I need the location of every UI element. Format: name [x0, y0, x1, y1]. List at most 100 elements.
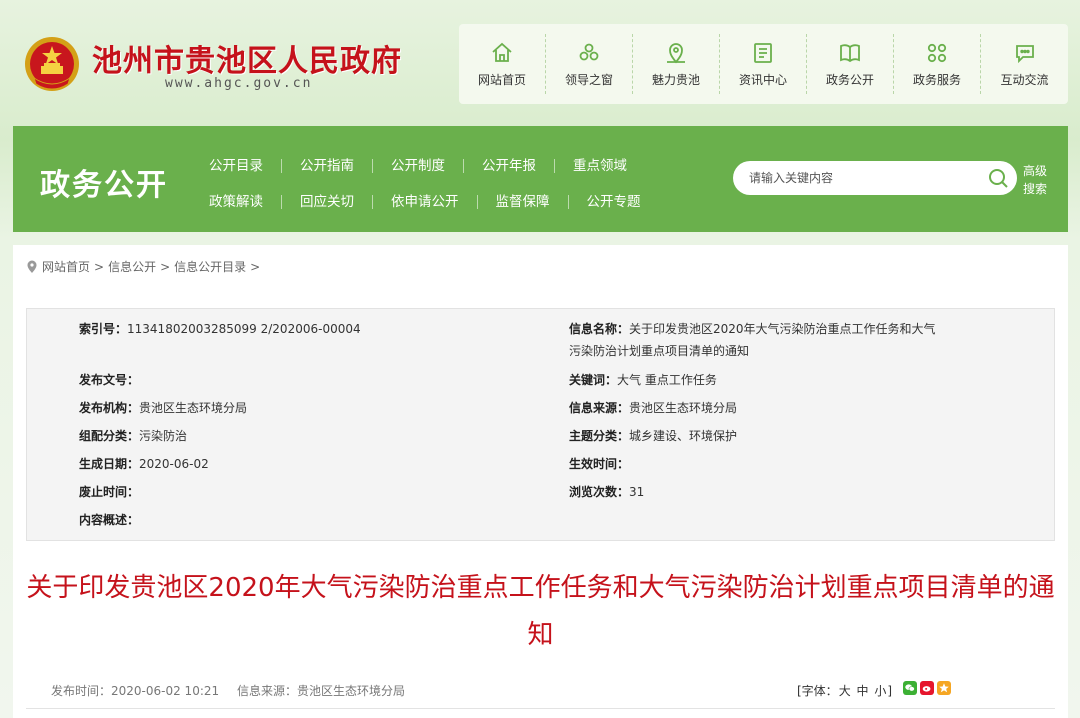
sub-nav-item[interactable]: 公开年报	[464, 159, 555, 173]
info-publisher: 发布机构：贵池区生态环境分局	[79, 397, 519, 419]
info-source: 信息来源：贵池区生态环境分局	[569, 397, 939, 419]
top-nav-label: 魅力贵池	[651, 72, 700, 87]
info-summary: 内容概述：	[79, 509, 519, 531]
top-nav-label: 互动交流	[1000, 72, 1049, 87]
home-icon	[492, 42, 512, 62]
site-header: 池州市贵池区人民政府 www.ahgc.gov.cn 网站首页 领导之窗 魅力贵…	[0, 0, 1080, 118]
sub-nav-item[interactable]: 回应关切	[282, 195, 373, 209]
breadcrumb-home[interactable]: 网站首页	[42, 258, 90, 275]
info-label: 生成日期：	[79, 457, 140, 471]
top-nav-home[interactable]: 网站首页	[459, 34, 546, 94]
sub-nav-row-1: 公开目录 公开指南 公开制度 公开年报 重点领域	[203, 148, 659, 184]
article-meta: 发布时间：2020-06-02 10:21 信息来源：贵池区生态环境分局	[51, 682, 419, 699]
font-size-small[interactable]: 小	[874, 684, 886, 698]
sub-nav-item[interactable]: 公开制度	[373, 159, 464, 173]
breadcrumb-separator: >	[160, 259, 171, 274]
info-label: 信息来源：	[569, 401, 630, 415]
top-nav-label: 政务服务	[912, 72, 961, 87]
book-icon	[840, 43, 860, 62]
info-value: 11341802003285099 2/202006-00004	[127, 322, 361, 336]
info-label: 关键词：	[569, 373, 618, 387]
weibo-icon[interactable]	[920, 681, 934, 695]
info-index: 索引号：11341802003285099 2/202006-00004	[79, 318, 519, 340]
breadcrumb-info-catalog[interactable]: 信息公开目录	[174, 258, 246, 275]
leaders-icon	[579, 43, 599, 60]
info-value: 贵池区生态环境分局	[139, 401, 248, 415]
site-name: 池州市贵池区人民政府	[92, 44, 402, 79]
info-label: 发布机构：	[79, 401, 140, 415]
sub-nav-row-2: 政策解读 回应关切 依申请公开 监督保障 公开专题	[203, 184, 659, 220]
wechat-icon[interactable]	[903, 681, 917, 695]
sub-nav: 公开目录 公开指南 公开制度 公开年报 重点领域 政策解读 回应关切 依申请公开…	[203, 148, 659, 220]
advanced-search-link[interactable]: 高级搜索	[1023, 162, 1055, 198]
divider	[26, 708, 1055, 709]
info-topic: 主题分类：城乡建设、环境保护	[569, 425, 939, 447]
info-expire: 废止时间：	[79, 481, 519, 503]
font-size-control: [字体：大 中 小]	[797, 682, 892, 699]
top-nav-label: 政务公开	[825, 72, 874, 87]
sub-nav-item[interactable]: 重点领域	[555, 159, 645, 173]
info-doc-no: 发布文号：	[79, 369, 519, 391]
info-label: 浏览次数：	[569, 485, 630, 499]
sub-nav-item[interactable]: 政策解读	[203, 195, 282, 209]
search-box	[733, 161, 1017, 195]
map-pin-icon	[667, 42, 685, 63]
article-title: 关于印发贵池区2020年大气污染防治重点工作任务和大气污染防治计划重点项目清单的…	[26, 573, 1055, 650]
sub-nav-item[interactable]: 依申请公开	[373, 195, 478, 209]
top-nav-label: 网站首页	[477, 72, 526, 87]
info-label: 主题分类：	[569, 429, 630, 443]
article-source: 信息来源：贵池区生态环境分局	[236, 684, 405, 698]
info-created: 生成日期：2020-06-02	[79, 453, 519, 475]
top-nav-label: 领导之窗	[564, 72, 613, 87]
breadcrumb-separator: >	[94, 259, 105, 274]
info-label: 生效时间：	[569, 457, 630, 471]
top-nav-gov-service[interactable]: 政务服务	[894, 34, 981, 94]
chat-icon	[1015, 44, 1034, 63]
qzone-icon[interactable]	[937, 681, 951, 695]
news-icon	[754, 42, 772, 63]
sub-nav-item[interactable]: 公开指南	[282, 159, 373, 173]
info-label: 发布文号：	[79, 373, 140, 387]
font-size-medium[interactable]: 中	[857, 684, 869, 698]
grid-icon	[927, 43, 947, 62]
top-nav-charm[interactable]: 魅力贵池	[633, 34, 720, 94]
top-nav: 网站首页 领导之窗 魅力贵池 资讯中心 政务公开 政务服务 互动交流	[459, 24, 1068, 104]
breadcrumb-info-open[interactable]: 信息公开	[108, 258, 156, 275]
section-band: 政务公开 公开目录 公开指南 公开制度 公开年报 重点领域 政策解读 回应关切 …	[13, 126, 1068, 232]
sub-nav-item[interactable]: 监督保障	[478, 195, 569, 209]
info-label: 内容概述：	[79, 513, 140, 527]
info-value: 污染防治	[139, 429, 188, 443]
publish-time: 发布时间：2020-06-02 10:21	[51, 684, 220, 698]
share-icons	[903, 681, 951, 695]
info-label: 废止时间：	[79, 485, 140, 499]
info-views: 浏览次数：31	[569, 481, 939, 503]
font-size-prefix: [字体：	[797, 684, 838, 698]
info-name: 信息名称：关于印发贵池区2020年大气污染防治重点工作任务和大气污染防治计划重点…	[569, 318, 939, 362]
section-title: 政务公开	[40, 168, 168, 203]
search-input[interactable]	[749, 168, 979, 188]
top-nav-label: 资讯中心	[738, 72, 787, 87]
top-nav-gov-open[interactable]: 政务公开	[807, 34, 894, 94]
top-nav-news[interactable]: 资讯中心	[720, 34, 807, 94]
content-panel: 网站首页 > 信息公开 > 信息公开目录 > 索引号：1134180200328…	[13, 245, 1068, 718]
info-effective: 生效时间：	[569, 453, 939, 475]
top-nav-leaders[interactable]: 领导之窗	[546, 34, 633, 94]
font-size-large[interactable]: 大	[839, 684, 851, 698]
search-icon[interactable]	[987, 167, 1009, 189]
info-value: 2020-06-02	[139, 457, 209, 471]
info-category: 组配分类：污染防治	[79, 425, 519, 447]
sub-nav-item[interactable]: 公开目录	[203, 159, 282, 173]
info-label: 组配分类：	[79, 429, 140, 443]
national-emblem-icon	[25, 37, 79, 91]
info-keywords: 关键词：大气 重点工作任务	[569, 369, 939, 391]
info-value: 大气 重点工作任务	[617, 373, 717, 387]
info-table: 索引号：11341802003285099 2/202006-00004 发布文…	[26, 308, 1055, 541]
location-icon	[27, 260, 37, 273]
breadcrumb-separator: >	[250, 259, 261, 274]
top-nav-interaction[interactable]: 互动交流	[981, 34, 1068, 94]
info-value: 城乡建设、环境保护	[629, 429, 738, 443]
info-label: 信息名称：	[569, 322, 630, 336]
site-url: www.ahgc.gov.cn	[165, 76, 313, 91]
info-value: 贵池区生态环境分局	[629, 401, 738, 415]
sub-nav-item[interactable]: 公开专题	[569, 195, 659, 209]
